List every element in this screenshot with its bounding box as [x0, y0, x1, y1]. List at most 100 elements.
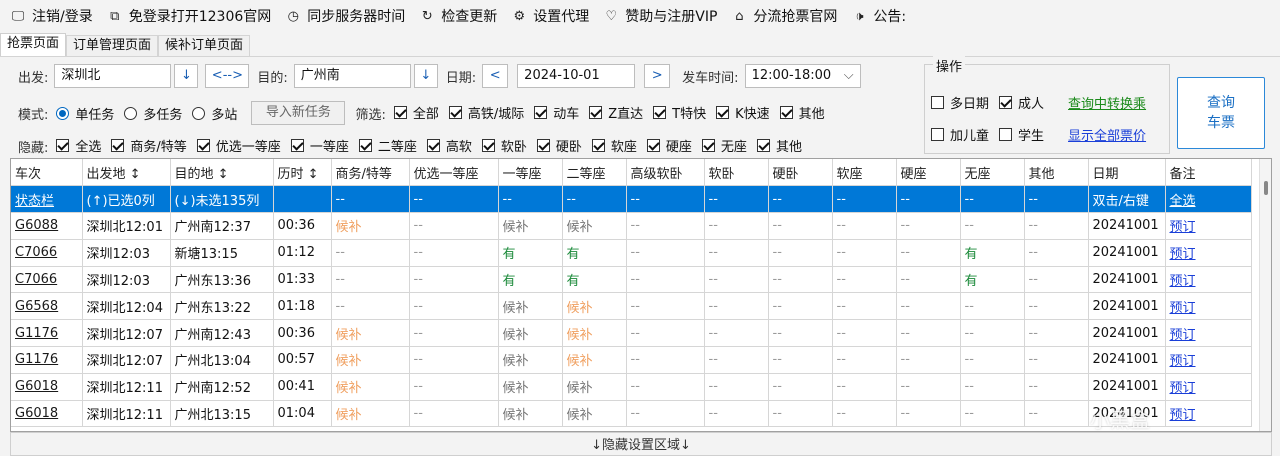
table-row[interactable]: C7066 深圳12:03 新塘13:15 01:12 -- -- 有有 -- -- -- -- --…	[11, 239, 1252, 267]
filter-checkbox-3[interactable]: Z直达	[589, 103, 643, 122]
train-number-link[interactable]: G1176	[11, 346, 83, 374]
tab-grab-tickets[interactable]: 抢票页面	[0, 33, 67, 57]
column-header[interactable]: 出发地 ↕	[82, 159, 171, 187]
menu-item-monitor[interactable]: 🖵 注销/登录	[10, 6, 93, 26]
table-row[interactable]: G6568 深圳北12:04 广州东13:22 01:18 -- -- 候补 候补 -- -- --…	[11, 292, 1252, 321]
column-header[interactable]: 二等座	[562, 159, 627, 187]
menu-item-home[interactable]: ⌂ 分流抢票官网	[731, 6, 837, 26]
column-header[interactable]: 无座	[960, 159, 1025, 187]
menu-item-refresh[interactable]: ↻ 检查更新	[419, 6, 497, 26]
student-checkbox[interactable]: 学生	[999, 125, 1044, 144]
book-link[interactable]: 预订	[1165, 239, 1252, 267]
menu-item-heart[interactable]: ♡ 赞助与注册VIP	[603, 6, 717, 26]
column-header[interactable]: 商务/特等	[331, 159, 410, 187]
column-header[interactable]: 高级软卧	[626, 159, 705, 187]
column-header[interactable]: 软座	[832, 159, 897, 187]
filter-checkbox-5[interactable]: K快速	[716, 103, 770, 122]
next-date-button[interactable]: >	[644, 64, 671, 88]
column-header[interactable]: 硬座	[896, 159, 961, 187]
column-header[interactable]: 历时 ↕	[273, 159, 332, 187]
train-number-link[interactable]: G1176	[11, 319, 83, 348]
train-number-link[interactable]: G6088	[11, 212, 83, 240]
book-link[interactable]: 预订	[1165, 292, 1252, 321]
hide-checkbox-6[interactable]: 软卧	[481, 136, 527, 155]
table-row[interactable]: G1176 深圳北12:07 广州南12:43 00:36 候补 -- 候补 候补 -- -- --…	[11, 319, 1252, 348]
table-row[interactable]: G6088 深圳北12:01 广州南12:37 00:36 候补 -- 候补 候补 -- -- --…	[11, 212, 1252, 240]
menu-item-clock[interactable]: ◷ 同步服务器时间	[285, 6, 406, 26]
train-number-link[interactable]: G6568	[11, 292, 83, 321]
to-station-dropdown-button[interactable]: ↓	[413, 64, 438, 88]
train-number-link[interactable]: C7066	[11, 266, 83, 294]
select-all-link[interactable]: 全选	[1165, 185, 1252, 214]
show-all-prices-link[interactable]: 显示全部票价	[1068, 125, 1146, 144]
hide-checkbox-8[interactable]: 软座	[591, 136, 637, 155]
column-header[interactable]: 备注	[1165, 159, 1252, 187]
adult-checkbox[interactable]: 成人	[999, 93, 1044, 112]
mode-multi-radio[interactable]: 多任务	[124, 104, 182, 123]
column-header[interactable]: 其他	[1024, 159, 1089, 187]
toggle-settings-area-button[interactable]: ↓隐藏设置区域↓	[10, 432, 1272, 456]
departure-time-select[interactable]: 12:00-18:00 ⌵	[744, 64, 861, 88]
table-cell: 20241001	[1088, 292, 1166, 321]
book-link[interactable]: 预订	[1165, 266, 1252, 294]
prev-date-button[interactable]: <	[482, 64, 509, 88]
table-row[interactable]: C7066 深圳12:03 广州东13:36 01:33 -- -- 有有 -- -- -- -- -…	[11, 266, 1252, 294]
mode-single-radio[interactable]: 单任务	[56, 104, 114, 123]
table-cell: --	[1024, 239, 1089, 267]
transfer-query-link[interactable]: 查询中转换乘	[1068, 93, 1146, 112]
import-task-button[interactable]: 导入新任务	[251, 101, 346, 125]
menu-item-window[interactable]: ⧉ 免登录打开12306官网	[107, 6, 271, 26]
status-row[interactable]: 状态栏 (↑)已选0列 (↓)未选135列 -- -- -- -- -- -- -- -- -- -- -…	[11, 185, 1252, 214]
hide-checkbox-5[interactable]: 高软	[426, 136, 472, 155]
to-station-input[interactable]: 广州南	[293, 64, 411, 88]
multi-date-checkbox[interactable]: 多日期	[931, 93, 989, 112]
filter-checkbox-1[interactable]: 高铁/城际	[448, 103, 524, 122]
menu-item-speaker[interactable]: 🕩 公告:	[851, 6, 906, 26]
column-header[interactable]: 软卧	[704, 159, 769, 187]
table-row[interactable]: G6018 深圳北12:11 广州北13:15 01:04 候补 -- 候补 候补 -- -- --…	[11, 400, 1252, 428]
hide-checkbox-0[interactable]: 全选	[56, 136, 101, 155]
filter-checkbox-2[interactable]: 动车	[534, 103, 579, 122]
book-link[interactable]: 预订	[1165, 212, 1252, 240]
date-input[interactable]: 2024-10-01	[517, 64, 636, 88]
train-number-link[interactable]: G6018	[11, 373, 83, 401]
book-link[interactable]: 预订	[1165, 346, 1252, 374]
query-tickets-button[interactable]: 查询 车票	[1177, 77, 1265, 149]
filter-checkbox-4[interactable]: T特快	[653, 103, 706, 122]
book-link[interactable]: 预订	[1165, 400, 1252, 428]
status-bar-link[interactable]: 状态栏	[11, 185, 83, 214]
book-link[interactable]: 预订	[1165, 373, 1252, 401]
book-link[interactable]: 预订	[1165, 319, 1252, 348]
column-header[interactable]: 日期	[1088, 159, 1166, 187]
hide-checkbox-4[interactable]: 二等座	[358, 136, 417, 155]
swap-stations-button[interactable]: <-->	[205, 64, 250, 88]
column-header[interactable]: 车次	[11, 159, 83, 187]
table-row[interactable]: G1176 深圳北12:07 广州北13:04 00:57 候补 -- 候补 候补 -- -- --…	[11, 346, 1252, 374]
tab-waitlist-orders[interactable]: 候补订单页面	[158, 35, 251, 57]
train-number-link[interactable]: G6018	[11, 400, 83, 428]
menu-item-gear[interactable]: ⚙ 设置代理	[511, 6, 589, 26]
hide-checkbox-2[interactable]: 优选一等座	[196, 136, 281, 155]
column-header[interactable]: 优选一等座	[409, 159, 499, 187]
tab-order-management[interactable]: 订单管理页面	[66, 35, 159, 57]
filter-checkbox-6[interactable]: 其他	[779, 103, 825, 122]
vertical-scrollbar[interactable]	[1259, 159, 1271, 431]
from-station-input[interactable]: 深圳北	[54, 64, 172, 88]
table-cell: --	[626, 319, 705, 348]
column-header[interactable]: 硬卧	[768, 159, 833, 187]
scrollbar-thumb[interactable]	[1264, 181, 1268, 195]
hide-checkbox-7[interactable]: 硬卧	[536, 136, 582, 155]
table-row[interactable]: G6018 深圳北12:11 广州南12:52 00:41 候补 -- 候补 候补 -- -- --…	[11, 373, 1252, 401]
hide-checkbox-9[interactable]: 硬座	[646, 136, 692, 155]
column-header[interactable]: 一等座	[498, 159, 563, 187]
column-header[interactable]: 目的地 ↕	[170, 159, 274, 187]
mode-station-radio[interactable]: 多站	[192, 104, 237, 123]
from-station-dropdown-button[interactable]: ↓	[174, 64, 199, 88]
train-number-link[interactable]: C7066	[11, 239, 83, 267]
hide-checkbox-3[interactable]: 一等座	[290, 136, 349, 155]
hide-checkbox-11[interactable]: 其他	[756, 136, 802, 155]
add-child-checkbox[interactable]: 加儿童	[931, 125, 989, 144]
hide-checkbox-10[interactable]: 无座	[701, 136, 747, 155]
filter-checkbox-0[interactable]: 全部	[393, 103, 439, 122]
hide-checkbox-1[interactable]: 商务/特等	[111, 136, 187, 155]
